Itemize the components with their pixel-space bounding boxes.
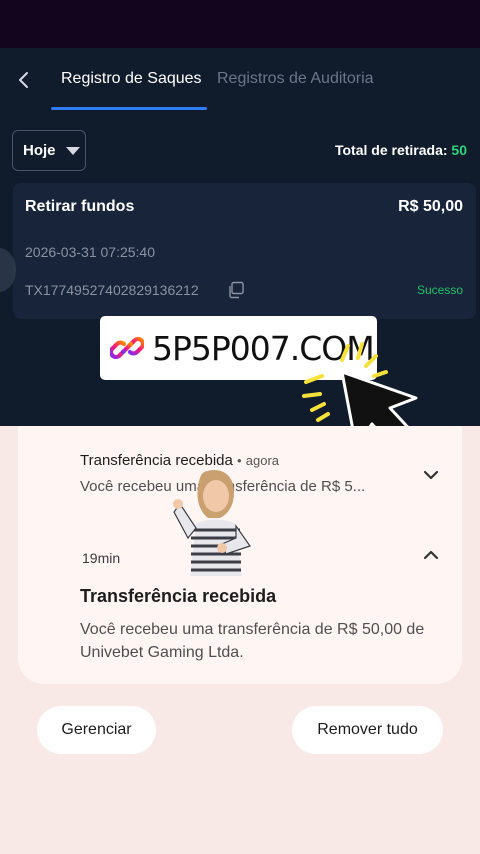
record-amount: R$ 50,00 — [398, 198, 463, 215]
presenter-sticker-image — [173, 470, 251, 576]
manage-button[interactable]: Gerenciar — [37, 706, 156, 754]
withdrawal-record-card[interactable]: Retirar fundos R$ 50,00 2026-03-31 07:25… — [13, 183, 476, 319]
caret-down-icon — [65, 146, 80, 155]
date-filter-dropdown[interactable]: Hoje — [12, 130, 86, 171]
withdrawal-total: Total de retirada: 50 — [335, 142, 467, 158]
chevron-up-icon[interactable] — [420, 544, 442, 566]
withdrawal-total-label: Total de retirada: — [334, 142, 448, 158]
notification-expanded-time: 19min — [82, 550, 121, 566]
copy-icon[interactable] — [227, 281, 245, 299]
link-icon — [110, 336, 144, 360]
withdrawal-total-value: 50 — [451, 142, 467, 158]
chevron-down-icon[interactable] — [420, 464, 442, 486]
record-transaction-id: TX17749527402829136212 — [25, 282, 199, 298]
clear-all-button[interactable]: Remover tudo — [292, 706, 443, 754]
notification-expanded-body: Você recebeu uma transferência de R$ 50,… — [80, 621, 425, 661]
active-tab-indicator — [51, 107, 207, 110]
back-arrow-icon[interactable] — [14, 68, 34, 92]
notification-expanded-title: Transferência recebida — [80, 586, 277, 606]
date-filter-value: Hoje — [23, 142, 56, 159]
record-title: Retirar fundos — [25, 198, 135, 215]
status-badge: Sucesso — [416, 283, 463, 297]
status-bar-strip — [0, 0, 480, 48]
record-datetime: 2026-03-31 07:25:40 — [25, 244, 155, 260]
tab-audit-records[interactable]: Registros de Auditoria — [217, 68, 374, 90]
tab-withdrawal-records[interactable]: Registro de Saques — [61, 68, 202, 90]
